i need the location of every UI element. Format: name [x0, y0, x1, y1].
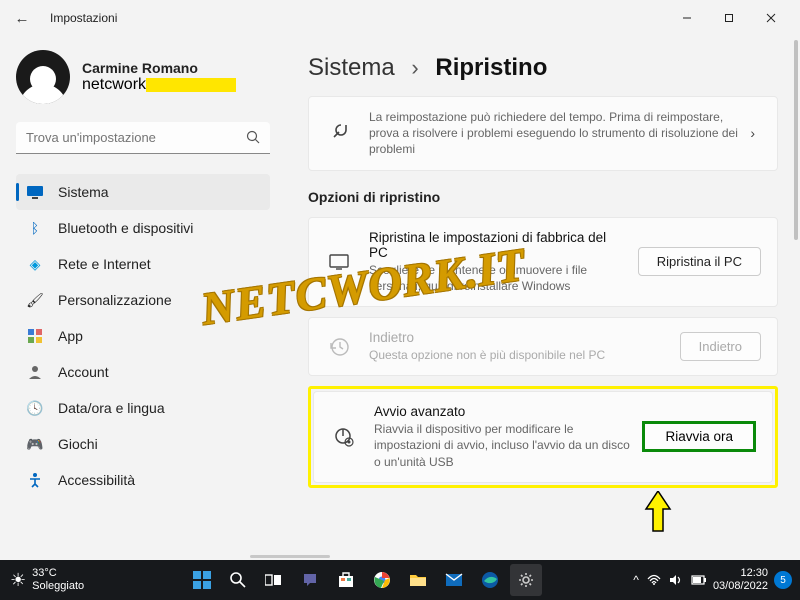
weather-desc: Soleggiato [32, 580, 84, 593]
wifi-tray-icon[interactable] [647, 574, 661, 586]
taskbar-weather[interactable]: ☀ 33°C Soleggiato [0, 567, 94, 592]
avatar [16, 50, 70, 104]
nav-label: Data/ora e lingua [58, 400, 165, 416]
sun-icon: ☀ [10, 570, 26, 591]
settings-icon[interactable] [510, 564, 542, 596]
system-icon [26, 183, 44, 201]
edge-icon[interactable] [474, 564, 506, 596]
maximize-button[interactable] [708, 4, 750, 32]
nav-list: Sistema ᛒ Bluetooth e dispositivi ◈ Rete… [16, 174, 270, 498]
minimize-button[interactable] [666, 4, 708, 32]
highlighted-region: Avvio avanzato Riavvia il dispositivo pe… [308, 386, 778, 488]
breadcrumb-parent[interactable]: Sistema [308, 54, 395, 81]
search-box [16, 122, 270, 154]
power-gear-icon [330, 426, 358, 448]
weather-temp: 33°C [32, 567, 84, 580]
section-header: Opzioni di ripristino [308, 189, 778, 205]
brush-icon: 🖌 [26, 291, 44, 309]
profile-block[interactable]: Carmine Romano netcwork [16, 50, 270, 104]
search-input[interactable] [16, 122, 270, 154]
explorer-icon[interactable] [402, 564, 434, 596]
titlebar: ← Impostazioni [0, 0, 800, 36]
troubleshoot-icon [325, 122, 353, 144]
breadcrumb-current: Ripristino [435, 54, 547, 81]
notification-badge[interactable]: 5 [774, 571, 792, 589]
clock-date: 03/08/2022 [713, 580, 768, 593]
card-advanced-startup: Avvio avanzato Riavvia il dispositivo pe… [313, 391, 773, 483]
notif-count: 5 [780, 575, 786, 586]
taskbar-search-icon[interactable] [222, 564, 254, 596]
breadcrumb: Sistema › Ripristino [308, 54, 778, 82]
nav-label: Rete e Internet [58, 256, 151, 272]
nav-item-data-ora[interactable]: 🕓 Data/ora e lingua [16, 390, 270, 426]
chat-icon[interactable] [294, 564, 326, 596]
reset-pc-button[interactable]: Ripristina il PC [638, 247, 761, 276]
clock-time: 12:30 [713, 567, 768, 580]
chevron-right-icon[interactable]: › [744, 125, 761, 141]
card-troubleshoot[interactable]: La reimpostazione può richiedere del tem… [308, 96, 778, 171]
task-view-icon[interactable] [258, 564, 290, 596]
nav-item-sistema[interactable]: Sistema [16, 174, 270, 210]
sidebar: Carmine Romano netcwork Sistema ᛒ Blueto… [0, 36, 280, 560]
profile-name: Carmine Romano [82, 60, 236, 76]
nav-item-accessibilita[interactable]: Accessibilità [16, 462, 270, 498]
battery-tray-icon[interactable] [691, 575, 707, 585]
mail-icon[interactable] [438, 564, 470, 596]
nav-label: Personalizzazione [58, 292, 172, 308]
nav-item-bluetooth[interactable]: ᛒ Bluetooth e dispositivi [16, 210, 270, 246]
nav-item-app[interactable]: App [16, 318, 270, 354]
chevron-right-icon: › [411, 55, 418, 80]
apps-icon [26, 327, 44, 345]
nav-item-account[interactable]: Account [16, 354, 270, 390]
volume-tray-icon[interactable] [669, 574, 683, 586]
system-tray[interactable]: ^ [633, 573, 707, 587]
nav-label: Giochi [58, 436, 98, 452]
profile-email: netcwork [82, 76, 236, 94]
goback-desc: Questa opzione non è più disponibile nel… [369, 347, 668, 363]
wifi-icon: ◈ [26, 255, 44, 273]
vertical-scrollbar[interactable] [794, 40, 798, 240]
reset-title: Ripristina le impostazioni di fabbrica d… [369, 230, 626, 260]
advanced-title: Avvio avanzato [374, 404, 630, 419]
nav-label: Account [58, 364, 109, 380]
back-button[interactable]: ← [8, 4, 36, 32]
nav-label: Sistema [58, 184, 109, 200]
accessibility-icon [26, 471, 44, 489]
horizontal-scrollbar[interactable] [250, 555, 330, 558]
nav-item-rete[interactable]: ◈ Rete e Internet [16, 246, 270, 282]
chrome-icon[interactable] [366, 564, 398, 596]
card-go-back: Indietro Questa opzione non è più dispon… [308, 317, 778, 376]
account-icon [26, 363, 44, 381]
nav-label: Bluetooth e dispositivi [58, 220, 193, 236]
search-icon [246, 130, 260, 144]
taskbar-clock[interactable]: 12:30 03/08/2022 [713, 567, 768, 592]
reset-icon [325, 253, 353, 271]
reset-desc: Scegliere se mantenere o rimuovere i fil… [369, 262, 626, 294]
troubleshoot-desc: La reimpostazione può richiedere del tem… [369, 109, 744, 158]
restart-now-button[interactable]: Riavvia ora [642, 421, 756, 452]
bluetooth-icon: ᛒ [26, 219, 44, 237]
nav-item-giochi[interactable]: 🎮 Giochi [16, 426, 270, 462]
store-icon[interactable] [330, 564, 362, 596]
history-icon [325, 336, 353, 358]
start-button[interactable] [186, 564, 218, 596]
advanced-desc: Riavvia il dispositivo per modificare le… [374, 421, 630, 470]
chevron-up-icon[interactable]: ^ [633, 573, 639, 587]
nav-label: App [58, 328, 83, 344]
close-button[interactable] [750, 4, 792, 32]
taskbar: ☀ 33°C Soleggiato ^ 12:30 03/08/2022 5 [0, 560, 800, 600]
go-back-button: Indietro [680, 332, 761, 361]
content-area: Sistema › Ripristino La reimpostazione p… [280, 36, 800, 560]
clock-globe-icon: 🕓 [26, 399, 44, 417]
window-title: Impostazioni [50, 11, 117, 25]
nav-label: Accessibilità [58, 472, 135, 488]
nav-item-personalizzazione[interactable]: 🖌 Personalizzazione [16, 282, 270, 318]
goback-title: Indietro [369, 330, 668, 345]
gaming-icon: 🎮 [26, 435, 44, 453]
card-reset-pc: Ripristina le impostazioni di fabbrica d… [308, 217, 778, 307]
